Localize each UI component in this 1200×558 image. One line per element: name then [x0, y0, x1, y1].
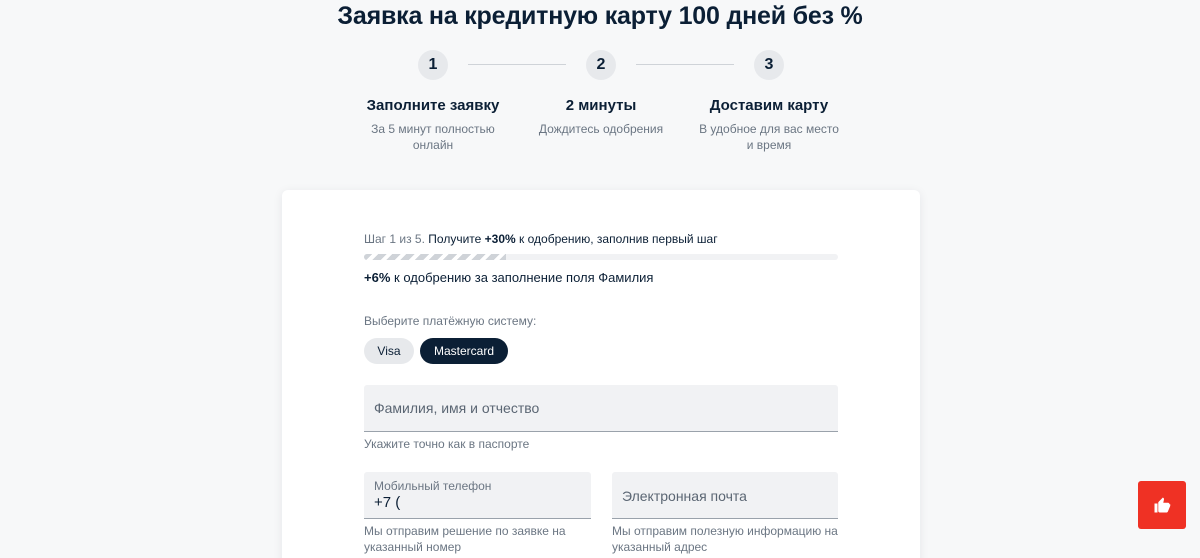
- step-1-circle: 1: [418, 50, 448, 80]
- step-1-title: Заполните заявку: [366, 97, 500, 114]
- page-title: Заявка на кредитную карту 100 дней без %: [337, 2, 863, 30]
- email-field[interactable]: Электронная почта: [612, 472, 838, 519]
- step-2-title: 2 минуты: [565, 97, 637, 114]
- step-connector-2: [636, 64, 734, 65]
- step-3-circle: 3: [754, 50, 784, 80]
- phone-label: Мобильный телефон: [374, 479, 492, 493]
- feedback-button[interactable]: [1138, 481, 1186, 529]
- payment-visa-button[interactable]: Visa: [364, 338, 414, 364]
- step-1-desc: За 5 минут полностью онлайн: [371, 122, 495, 152]
- step-2: 2 минуты Дождитесь одобрения: [516, 97, 686, 137]
- thumbs-up-icon: [1154, 497, 1171, 513]
- progress-bar: [364, 254, 838, 260]
- step-2-circle: 2: [586, 50, 616, 80]
- application-form-card: Шаг 1 из 5. Получите +30% к одобрению, з…: [282, 190, 920, 558]
- progress-text: Шаг 1 из 5. Получите +30% к одобрению, з…: [364, 232, 718, 246]
- step-3-desc: В удобное для вас место и время: [699, 122, 839, 152]
- step-3: Доставим карту В удобное для вас место и…: [684, 97, 854, 153]
- phone-field[interactable]: Мобильный телефон +7 (: [364, 472, 591, 519]
- step-3-title: Доставим карту: [709, 97, 829, 114]
- progress-suffix: к одобрению, заполнив первый шаг: [519, 232, 718, 246]
- progress-bold: +30%: [484, 232, 516, 246]
- step-1: Заполните заявку За 5 минут полностью он…: [348, 97, 518, 153]
- phone-value: +7 (: [374, 494, 401, 511]
- fio-hint: Укажите точно как в паспорте: [364, 437, 530, 451]
- progress-fill: [364, 254, 507, 260]
- bonus-bold: +6%: [364, 270, 391, 285]
- fio-field[interactable]: Фамилия, имя и отчество: [364, 385, 838, 432]
- bonus-text: +6% к одобрению за заполнение поля Фамил…: [364, 270, 653, 285]
- progress-step: Шаг 1 из 5.: [364, 232, 425, 246]
- step-2-desc: Дождитесь одобрения: [538, 122, 664, 136]
- payment-system-label: Выберите платёжную систему:: [364, 314, 537, 328]
- steps-indicator: 1 2 3 Заполните заявку За 5 минут полнос…: [0, 50, 1200, 160]
- bonus-label: к одобрению за заполнение поля Фамилия: [394, 270, 654, 285]
- payment-mastercard-button[interactable]: Mastercard: [420, 338, 508, 364]
- email-hint: Мы отправим полезную информацию на указа…: [612, 524, 838, 554]
- email-placeholder: Электронная почта: [622, 488, 747, 504]
- phone-hint: Мы отправим решение по заявке на указанн…: [364, 524, 566, 554]
- progress-prefix: Получите: [428, 232, 482, 246]
- fio-placeholder: Фамилия, имя и отчество: [374, 400, 540, 416]
- step-connector-1: [468, 64, 566, 65]
